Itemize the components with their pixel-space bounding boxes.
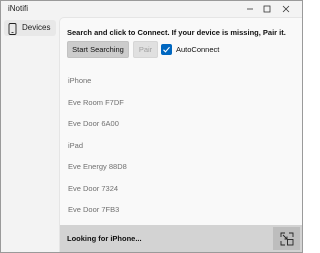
device-list-item[interactable]: iPhone bbox=[60, 70, 302, 92]
title-bar[interactable]: iNotifi bbox=[1, 1, 302, 17]
device-list-item[interactable]: Eve Room F7DF bbox=[60, 92, 302, 114]
close-button[interactable] bbox=[277, 1, 295, 17]
device-list: iPhone Eve Room F7DF Eve Door 6A00 iPad … bbox=[60, 70, 302, 221]
device-list-item[interactable]: iPad bbox=[60, 135, 302, 157]
app-title: iNotifi bbox=[8, 4, 29, 13]
sidebar-item-devices[interactable]: Devices bbox=[4, 20, 56, 36]
device-list-item[interactable]: Eve Door 7FB3 bbox=[60, 199, 302, 221]
close-icon bbox=[282, 5, 290, 13]
device-list-item[interactable]: Eve Energy 88D8 bbox=[60, 156, 302, 178]
minimize-icon bbox=[247, 8, 253, 10]
app-window: iNotifi Devices Search and click to Conn… bbox=[0, 0, 303, 253]
minimize-button[interactable] bbox=[241, 1, 259, 17]
compact-overlay-icon bbox=[280, 232, 293, 245]
maximize-button[interactable] bbox=[258, 1, 276, 17]
checkmark-icon bbox=[163, 46, 170, 53]
compact-overlay-button[interactable] bbox=[273, 227, 300, 250]
phone-icon bbox=[8, 22, 17, 40]
device-list-item[interactable]: Eve Door 7324 bbox=[60, 178, 302, 200]
autoconnect-checkbox[interactable] bbox=[161, 44, 172, 55]
device-list-item[interactable]: Eve Door 6A00 bbox=[60, 113, 302, 135]
sidebar-item-label: Devices bbox=[22, 23, 51, 32]
instructions-text: Search and click to Connect. If your dev… bbox=[67, 28, 286, 37]
main-content: Search and click to Connect. If your dev… bbox=[59, 17, 302, 252]
maximize-icon bbox=[263, 5, 271, 13]
status-bar: Looking for iPhone... bbox=[60, 225, 302, 252]
start-searching-button[interactable]: Start Searching bbox=[67, 41, 129, 58]
status-text: Looking for iPhone... bbox=[67, 234, 142, 243]
pair-button[interactable]: Pair bbox=[133, 41, 158, 58]
sidebar: Devices bbox=[1, 17, 59, 252]
autoconnect-label[interactable]: AutoConnect bbox=[176, 45, 219, 54]
